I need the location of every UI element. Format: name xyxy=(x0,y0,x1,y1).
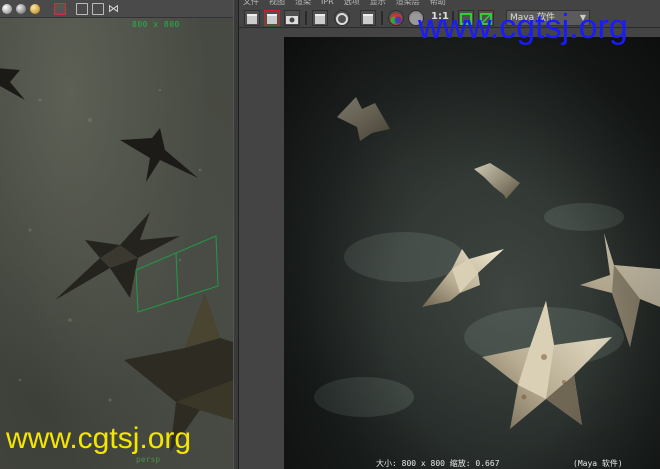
viewport-toolbar: ⋈ xyxy=(0,0,233,18)
watermark-top: www.cgtsj.org xyxy=(418,8,628,46)
star-render xyxy=(580,233,660,347)
star-mesh xyxy=(120,128,198,182)
render-gutter-left xyxy=(239,28,284,469)
star-mesh xyxy=(0,68,25,100)
menu-display[interactable]: 显示 xyxy=(370,0,386,8)
ipr-clapper-icon xyxy=(315,14,325,24)
star-render xyxy=(482,301,612,429)
grey-sphere-icon[interactable] xyxy=(16,3,26,14)
maya-viewport[interactable]: ⋈ 800 x 800 persp xyxy=(0,0,233,469)
share-icon[interactable]: ⋈ xyxy=(108,2,119,15)
camera-icon xyxy=(286,16,298,24)
gold-sphere-icon[interactable] xyxy=(30,3,40,14)
duplicate-icon[interactable] xyxy=(92,2,104,15)
shaded-sphere-icon[interactable] xyxy=(2,3,12,14)
refresh-icon xyxy=(336,13,348,25)
render-scene xyxy=(314,97,660,429)
render-view-window: 文件 视图 渲染 IPR 选项 显示 渲染层 帮助 1:1 Maya 软件 ▼ … xyxy=(239,0,660,469)
viewport-scene xyxy=(0,68,233,452)
region-render-button[interactable] xyxy=(264,10,280,26)
menu-view[interactable]: 视图 xyxy=(269,0,285,8)
settings-clapper-icon xyxy=(363,14,373,24)
render-settings-button[interactable] xyxy=(360,10,376,26)
clapper-region-icon xyxy=(267,14,277,24)
menu-render[interactable]: 渲染 xyxy=(295,0,311,8)
clapper-icon xyxy=(247,14,257,24)
star-render xyxy=(474,163,520,199)
refresh-ipr-button[interactable] xyxy=(334,10,350,26)
watermark-bottom: www.cgtsj.org xyxy=(6,422,192,455)
redo-render-button[interactable] xyxy=(244,10,260,26)
menu-file[interactable]: 文件 xyxy=(243,0,259,8)
render-info-renderer: (Maya 软件) xyxy=(573,459,623,468)
menu-ipr[interactable]: IPR xyxy=(321,0,334,8)
render-info-size: 大小: 800 x 800 缩放: 0.667 xyxy=(376,459,500,468)
toolbar-separator xyxy=(305,11,307,25)
star-render xyxy=(337,97,390,141)
render-view-menubar: 文件 视图 渲染 IPR 选项 显示 渲染层 帮助 xyxy=(239,0,660,8)
star-render xyxy=(422,249,504,307)
paint-icon[interactable] xyxy=(54,2,66,15)
rgb-channel-button[interactable] xyxy=(388,10,404,26)
rendered-image[interactable] xyxy=(284,37,660,469)
menu-help[interactable]: 帮助 xyxy=(430,0,446,8)
menu-render-layer[interactable]: 渲染层 xyxy=(396,0,420,8)
snapshot-button[interactable] xyxy=(284,10,300,26)
resolution-gate-label: 800 x 800 xyxy=(132,20,180,29)
cube-icon[interactable] xyxy=(76,2,88,15)
ipr-render-button[interactable] xyxy=(312,10,328,26)
menu-options[interactable]: 选项 xyxy=(344,0,360,8)
rgb-icon xyxy=(390,13,402,25)
toolbar-separator xyxy=(381,11,383,25)
